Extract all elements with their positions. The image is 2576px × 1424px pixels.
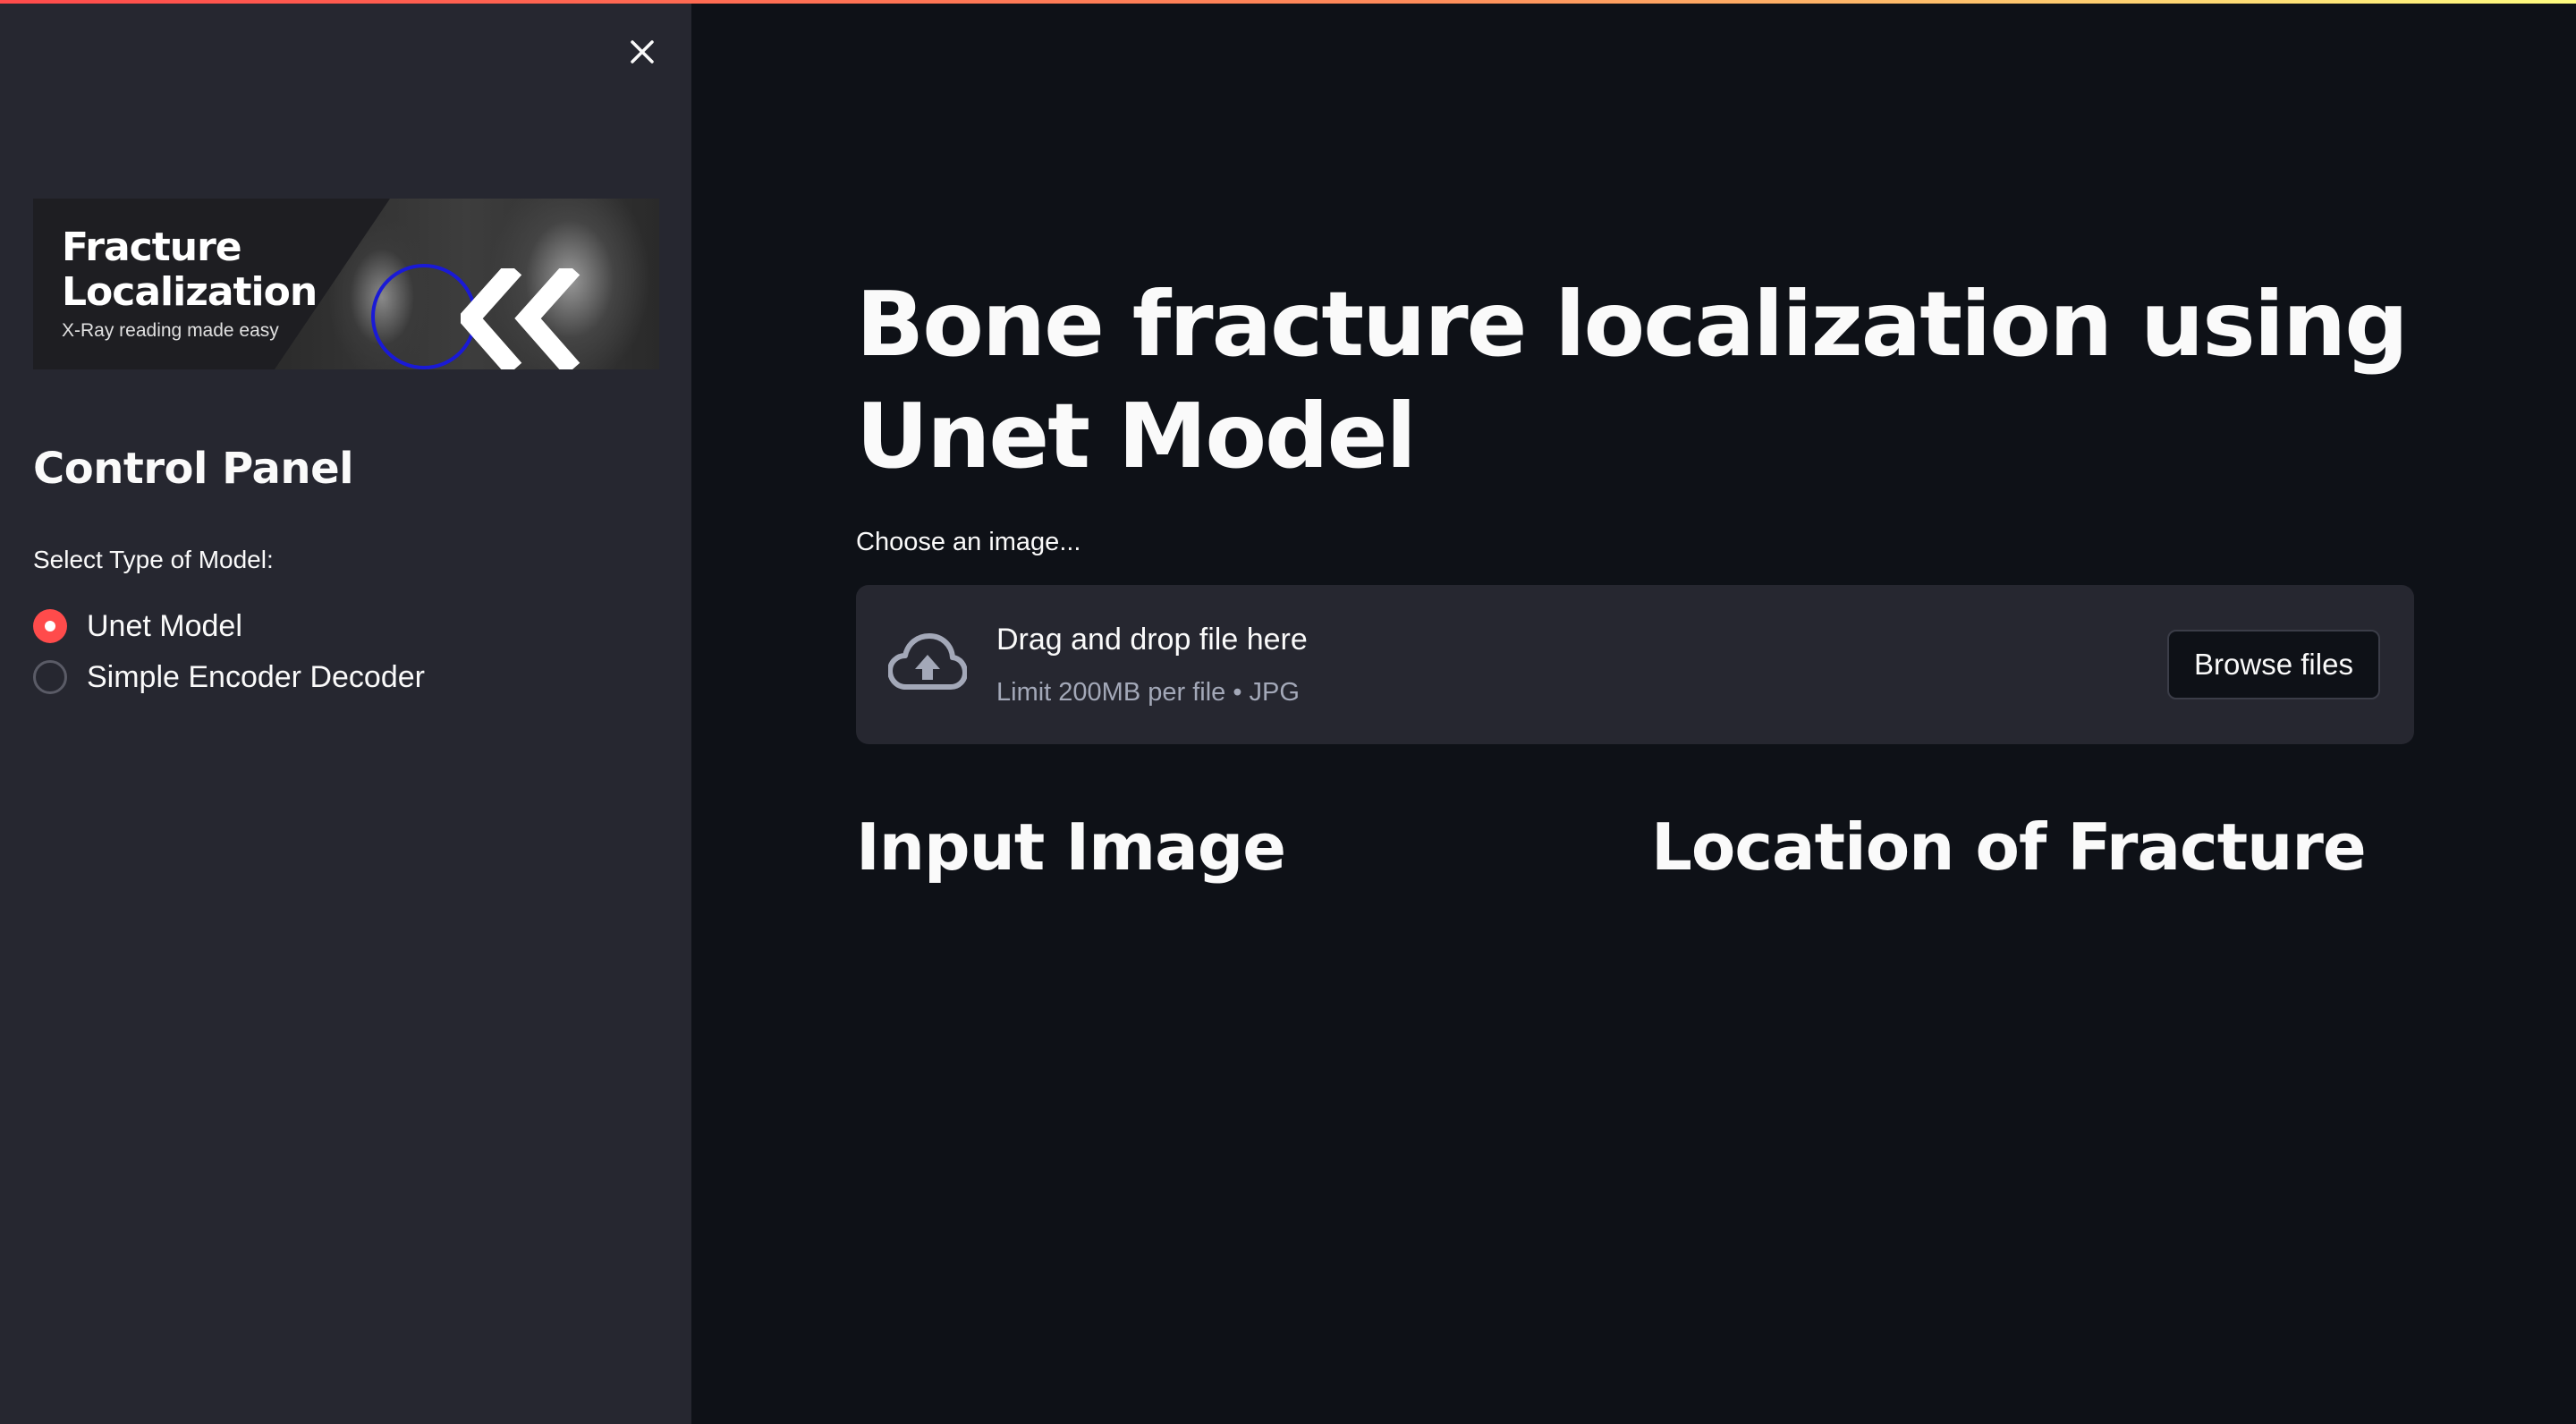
radio-button-checked[interactable] <box>33 609 67 643</box>
page-title: Bone fracture localization using Unet Mo… <box>856 272 2409 488</box>
close-sidebar-button[interactable] <box>623 32 662 72</box>
banner-title-line1: Fracture <box>62 225 242 270</box>
sidebar: Fracture Localization X-Ray reading made… <box>0 0 691 1424</box>
cloud-upload-icon <box>888 633 967 690</box>
fracture-location-heading: Location of Fracture <box>1651 809 2367 885</box>
model-select-label: Select Type of Model: <box>33 546 274 573</box>
top-decoration-bar <box>0 0 2576 4</box>
control-panel-heading: Control Panel <box>33 444 354 494</box>
banner-subtitle: X-Ray reading made easy <box>62 320 279 341</box>
file-uploader-label: Choose an image... <box>856 528 1081 556</box>
radio-button-unchecked[interactable] <box>33 660 67 694</box>
radio-option-simple-encoder-decoder[interactable]: Simple Encoder Decoder <box>33 656 425 699</box>
banner-image: Fracture Localization X-Ray reading made… <box>33 199 659 369</box>
close-icon <box>631 40 654 64</box>
chevron-left-double-icon <box>461 268 580 369</box>
file-dropzone[interactable]: Drag and drop file here Limit 200MB per … <box>856 585 2414 744</box>
radio-option-unet[interactable]: Unet Model <box>33 605 242 648</box>
radio-option-label: Unet Model <box>87 608 242 643</box>
browse-files-button[interactable]: Browse files <box>2167 630 2380 699</box>
input-image-heading: Input Image <box>856 809 1286 885</box>
banner-title-line2: Localization <box>62 269 318 315</box>
banner-title: Fracture Localization <box>62 225 366 315</box>
drop-instructions: Drag and drop file here <box>996 623 1308 657</box>
radio-option-label: Simple Encoder Decoder <box>87 659 425 694</box>
file-limit-text: Limit 200MB per file • JPG <box>996 678 1300 707</box>
